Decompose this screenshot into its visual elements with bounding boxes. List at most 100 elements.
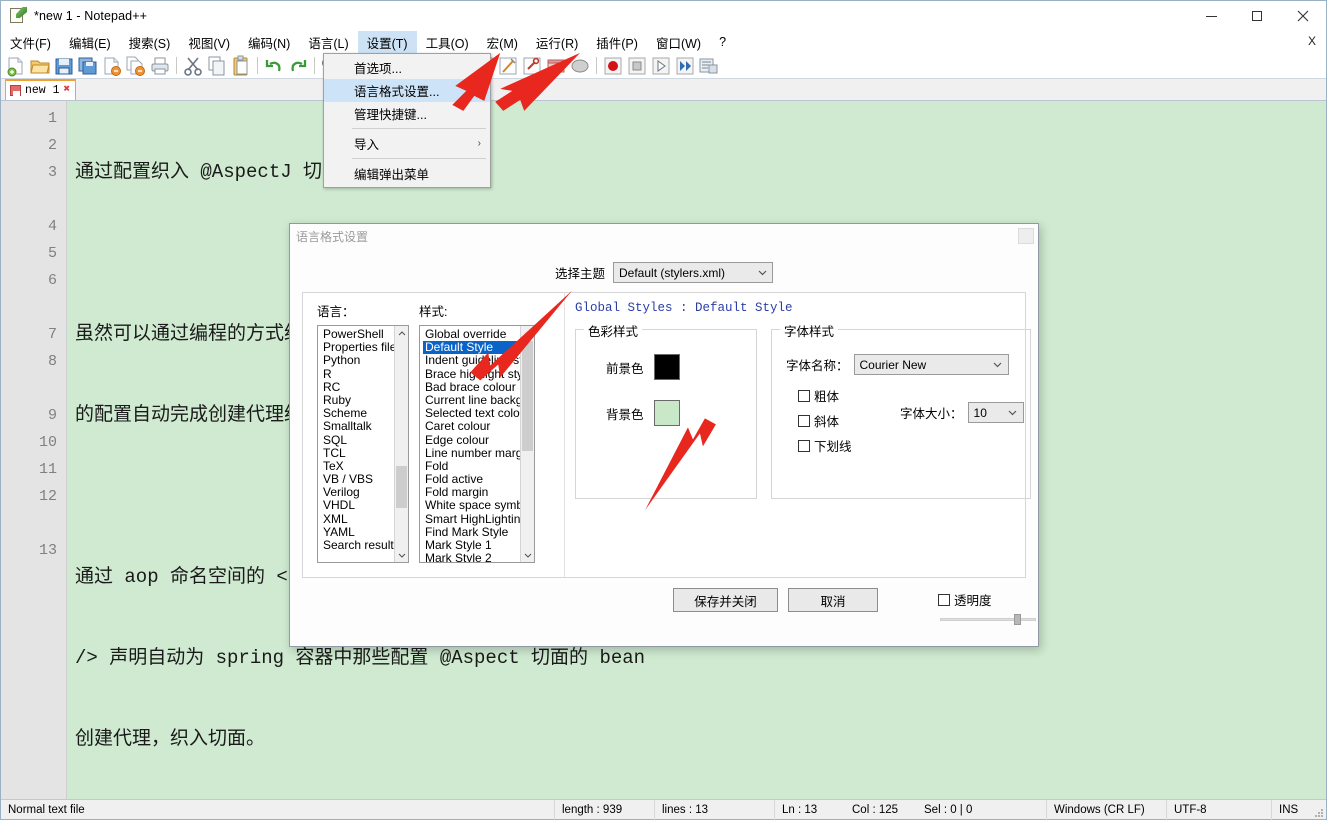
menu-item-style-configurator[interactable]: 语言格式设置... bbox=[324, 79, 490, 102]
font-attribute-checkboxes: 粗体 斜体 下划线 bbox=[798, 386, 852, 461]
menu-help[interactable]: ? bbox=[710, 31, 735, 53]
print-icon[interactable] bbox=[149, 55, 171, 77]
font-name-dropdown[interactable]: Courier New bbox=[853, 354, 1009, 375]
menu-item-shortcut-mapper[interactable]: 管理快捷键... bbox=[324, 102, 490, 125]
menu-item-import[interactable]: 导入 › bbox=[324, 132, 490, 155]
close-document-button[interactable]: X bbox=[1308, 34, 1316, 48]
cut-icon[interactable] bbox=[182, 55, 204, 77]
style-list-scrollbar[interactable] bbox=[520, 326, 534, 562]
scroll-down-icon[interactable] bbox=[521, 548, 534, 562]
line-number bbox=[1, 510, 66, 537]
menu-encoding[interactable]: 编码(N) bbox=[239, 31, 299, 53]
style-items: Global override Default Style Indent gui… bbox=[420, 326, 534, 562]
tab-close-icon[interactable]: ✖ bbox=[64, 85, 71, 96]
menu-view[interactable]: 视图(V) bbox=[179, 31, 239, 53]
menu-tools[interactable]: 工具(O) bbox=[417, 31, 478, 53]
resize-grip[interactable] bbox=[1312, 800, 1326, 820]
style-item[interactable]: Edge colour bbox=[423, 433, 534, 447]
bold-checkbox-row[interactable]: 粗体 bbox=[798, 386, 852, 405]
style-item[interactable]: Bad brace colour bbox=[423, 380, 534, 394]
dialog-close-button[interactable] bbox=[1018, 228, 1034, 244]
style-item[interactable]: Caret colour bbox=[423, 420, 534, 433]
foreground-colour-swatch[interactable] bbox=[653, 354, 680, 380]
style-item[interactable]: White space symbol bbox=[423, 499, 534, 512]
record-macro-icon[interactable] bbox=[602, 55, 624, 77]
underline-checkbox-row[interactable]: 下划线 bbox=[798, 436, 852, 455]
style-listbox[interactable]: Global override Default Style Indent gui… bbox=[419, 325, 535, 563]
menu-item-edit-popup-context-menu[interactable]: 编辑弹出菜单 bbox=[324, 162, 490, 185]
menu-settings[interactable]: 设置(T) bbox=[357, 31, 417, 53]
save-icon[interactable] bbox=[53, 55, 75, 77]
function-list-icon[interactable] bbox=[569, 55, 591, 77]
status-ln: Ln : 13 bbox=[782, 803, 818, 816]
style-item[interactable]: Indent guideline style bbox=[423, 354, 534, 367]
undo-icon[interactable] bbox=[263, 55, 285, 77]
menu-item-preferences[interactable]: 首选项... bbox=[324, 56, 490, 79]
save-all-icon[interactable] bbox=[77, 55, 99, 77]
line-number: 1 bbox=[47, 110, 57, 127]
new-file-icon[interactable] bbox=[5, 55, 27, 77]
style-item[interactable]: Line number margin bbox=[423, 446, 534, 460]
redo-icon[interactable] bbox=[287, 55, 309, 77]
play-macro-icon[interactable] bbox=[650, 55, 672, 77]
transparency-checkbox-row[interactable]: 透明度 bbox=[938, 590, 992, 609]
menu-search[interactable]: 搜索(S) bbox=[120, 31, 180, 53]
background-colour-swatch[interactable] bbox=[653, 400, 680, 426]
menu-window[interactable]: 窗口(W) bbox=[647, 31, 710, 53]
open-file-icon[interactable] bbox=[29, 55, 51, 77]
status-bar: Normal text file length : 939 lines : 13… bbox=[1, 799, 1326, 820]
bold-label: 粗体 bbox=[814, 390, 840, 404]
italic-checkbox-row[interactable]: 斜体 bbox=[798, 411, 852, 430]
line-number: 5 bbox=[47, 245, 57, 262]
tab-new-1[interactable]: new 1 ✖ bbox=[5, 79, 77, 100]
save-macro-icon[interactable] bbox=[698, 55, 720, 77]
menu-language[interactable]: 语言(L) bbox=[299, 31, 357, 53]
copy-icon[interactable] bbox=[206, 55, 228, 77]
line-number: 9 bbox=[47, 407, 57, 424]
close-all-files-icon[interactable] bbox=[125, 55, 147, 77]
menu-edit[interactable]: 编辑(E) bbox=[60, 31, 120, 53]
line-number: 4 bbox=[47, 218, 57, 235]
italic-checkbox[interactable] bbox=[798, 414, 810, 427]
theme-dropdown[interactable]: Default (stylers.xml) bbox=[613, 262, 773, 283]
menu-plugins[interactable]: 插件(P) bbox=[587, 31, 647, 53]
save-and-close-button[interactable]: 保存并关闭 bbox=[673, 588, 778, 612]
menu-bar: 文件(F) 编辑(E) 搜索(S) 视图(V) 编码(N) 语言(L) 设置(T… bbox=[1, 31, 1326, 53]
stop-macro-icon[interactable] bbox=[626, 55, 648, 77]
menu-file[interactable]: 文件(F) bbox=[1, 31, 60, 53]
menu-macro[interactable]: 宏(M) bbox=[478, 31, 527, 53]
indent-guide-icon[interactable] bbox=[497, 55, 519, 77]
maximize-button[interactable] bbox=[1234, 1, 1280, 31]
language-list-scrollbar[interactable] bbox=[394, 326, 408, 562]
document-map-icon[interactable] bbox=[545, 55, 567, 77]
scroll-up-icon[interactable] bbox=[395, 326, 408, 340]
transparency-checkbox[interactable] bbox=[938, 593, 950, 606]
minimize-button[interactable] bbox=[1188, 1, 1234, 31]
line-number bbox=[1, 186, 66, 213]
user-defined-dialog-icon[interactable] bbox=[521, 55, 543, 77]
bold-checkbox[interactable] bbox=[798, 389, 810, 402]
scrollbar-thumb[interactable] bbox=[522, 341, 533, 451]
scrollbar-thumb[interactable] bbox=[396, 466, 407, 508]
close-file-icon[interactable] bbox=[101, 55, 123, 77]
paste-icon[interactable] bbox=[230, 55, 252, 77]
font-style-legend: 字体样式 bbox=[780, 321, 839, 340]
underline-checkbox[interactable] bbox=[798, 439, 810, 452]
cancel-button[interactable]: 取消 bbox=[788, 588, 878, 612]
style-item[interactable]: Smart HighLighting bbox=[423, 512, 534, 526]
play-multiple-macro-icon[interactable] bbox=[674, 55, 696, 77]
style-item[interactable]: Mark Style 2 bbox=[423, 551, 534, 562]
slider-knob[interactable] bbox=[1014, 614, 1021, 625]
language-listbox[interactable]: PowerShell Properties file Python R RC R… bbox=[317, 325, 409, 563]
menu-run[interactable]: 运行(R) bbox=[527, 31, 587, 53]
foreground-label: 前景色 bbox=[606, 361, 644, 376]
scroll-up-icon[interactable] bbox=[521, 326, 534, 340]
scroll-down-icon[interactable] bbox=[395, 548, 408, 562]
line-number: 13 bbox=[38, 542, 57, 559]
style-item[interactable]: Brace highlight style bbox=[423, 367, 534, 381]
transparency-slider[interactable] bbox=[940, 614, 1036, 625]
font-size-dropdown[interactable]: 10 bbox=[967, 402, 1024, 423]
status-length: length : 939 bbox=[555, 799, 655, 820]
chevron-down-icon bbox=[1003, 403, 1023, 422]
close-button[interactable] bbox=[1280, 1, 1326, 31]
